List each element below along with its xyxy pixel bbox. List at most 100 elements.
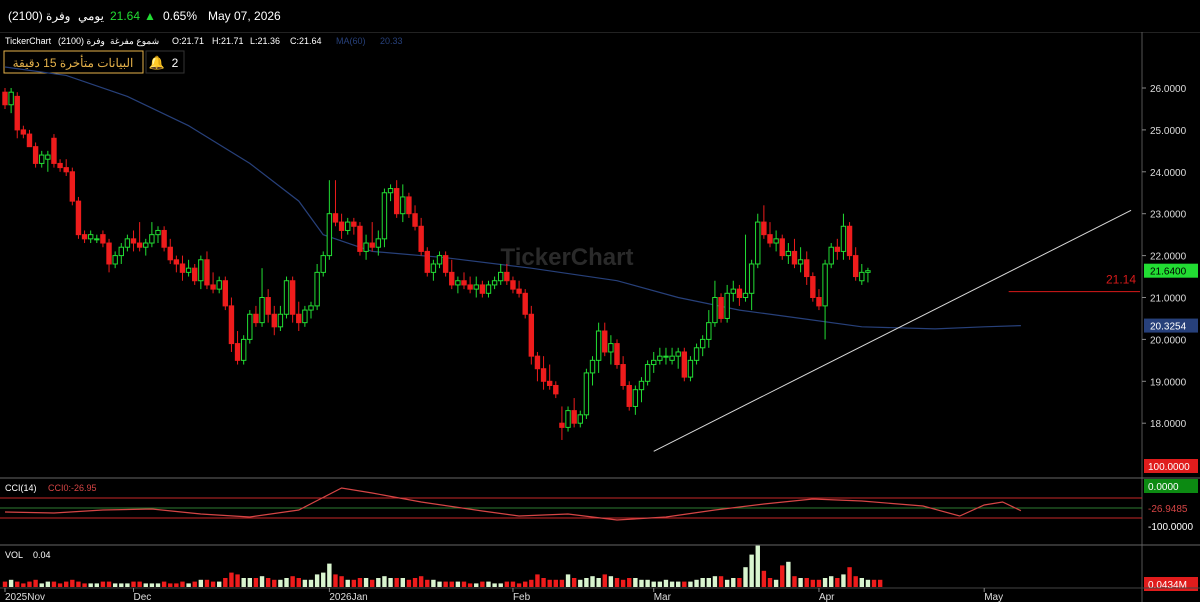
volume-bar [400, 578, 405, 587]
volume-bar [565, 574, 571, 587]
volume-bar [8, 579, 14, 587]
candle-down [602, 330, 608, 353]
candle-down [393, 188, 400, 215]
volume-bar [272, 579, 277, 587]
volume-bar [314, 574, 320, 587]
volume-bar [308, 579, 314, 587]
volume-bar [523, 581, 528, 587]
candle-up [400, 196, 406, 215]
volume-bar [871, 579, 877, 587]
candle-down [418, 225, 424, 252]
volume-bar [877, 579, 883, 587]
volume-bar [700, 578, 705, 587]
candle-up [730, 288, 736, 294]
candle-down [179, 263, 186, 273]
up-arrow-icon: ▲ [144, 9, 156, 23]
volume-bar [474, 583, 479, 587]
volume-bar [510, 581, 516, 587]
candle-down [479, 284, 486, 294]
candle-up [724, 292, 730, 319]
volume-bar [767, 578, 773, 587]
volume-bar [461, 581, 467, 587]
volume-bar [204, 579, 210, 587]
last-price-badge-label: 21.6400 [1150, 267, 1187, 278]
volume-bar [247, 578, 252, 587]
volume-bar [2, 581, 8, 587]
volume-bar [161, 581, 167, 587]
uptrend-line [653, 209, 1132, 452]
volume-bar [718, 576, 724, 587]
candle-down [2, 91, 8, 106]
info-ma-label: MA(60) [336, 36, 366, 46]
candle-down [767, 234, 773, 244]
candle-up [785, 250, 792, 257]
volume-bar [780, 565, 785, 587]
volume-bar [614, 578, 620, 587]
candle-down [810, 276, 816, 299]
candle-up [430, 263, 437, 273]
volume-bar [737, 578, 742, 587]
candle-down [351, 221, 357, 227]
candle-up [124, 238, 131, 248]
candle-down [136, 242, 143, 248]
candle-down [467, 284, 473, 290]
symbol-name[interactable]: وفرة (2100) [8, 9, 70, 23]
candle-down [424, 250, 430, 273]
period-label[interactable]: يومي [78, 9, 104, 23]
price-axis: 26.0000 25.0000 24.0000 23.0000 22.0000 21.00… [1142, 84, 1198, 430]
volume-bar [76, 581, 81, 587]
candle-up [473, 284, 479, 290]
volume-bar [333, 574, 338, 587]
volume-bar [302, 579, 308, 587]
volume-bar [418, 576, 424, 587]
volume-bar [370, 579, 375, 587]
price-tick-label: 20.0000 [1150, 335, 1187, 346]
candle-down [412, 213, 418, 227]
time-axis: 2025Nov Dec 2026Jan Feb Mar Apr May [0, 587, 1200, 602]
volume-bar [21, 583, 26, 587]
candle-up [185, 267, 192, 273]
volume-bar [388, 578, 393, 587]
candle-up [326, 213, 333, 257]
time-tick-label: Feb [513, 592, 531, 602]
volume-bar [363, 578, 369, 587]
candle-up [198, 259, 204, 282]
trend-line[interactable]: 21.14 [653, 209, 1140, 452]
candle-up [247, 313, 253, 340]
candle-down [296, 313, 302, 324]
candle-down [75, 200, 82, 236]
volume-bar [467, 583, 473, 587]
volume-bar [351, 579, 357, 587]
candle-up [375, 238, 382, 248]
volume-bar [608, 576, 614, 587]
candle-down [265, 297, 271, 315]
candle-down [173, 259, 180, 265]
chart-area[interactable]: TickerChart وفرة (2100) شموع مفرغة O:21.… [0, 32, 1200, 602]
volume-bar [443, 581, 448, 587]
candle-up [632, 389, 639, 407]
volume-bar [706, 578, 711, 587]
info-symbol: وفرة (2100) [58, 36, 105, 47]
volume-bar [217, 581, 222, 587]
candle-down [442, 255, 449, 273]
volume-bar [645, 579, 650, 587]
volume-bar [253, 578, 259, 587]
volume-bar [70, 579, 75, 587]
candle-down [461, 280, 467, 286]
last-price: 21.64 [110, 9, 141, 23]
volume-bar [835, 578, 840, 587]
candle-down [51, 137, 57, 164]
candle-up [583, 372, 590, 416]
volume-bar [339, 576, 344, 587]
price-tick-label: 21.0000 [1150, 294, 1187, 305]
volume-bar [810, 579, 816, 587]
volume-bar [376, 578, 381, 587]
volume-bar [235, 574, 240, 587]
candle-up [577, 414, 583, 424]
candle-down [516, 288, 522, 294]
volume-bar [112, 583, 118, 587]
candle-up [706, 322, 712, 340]
candle-up [302, 309, 308, 324]
candle-up [657, 355, 663, 361]
candle-down [559, 422, 565, 428]
